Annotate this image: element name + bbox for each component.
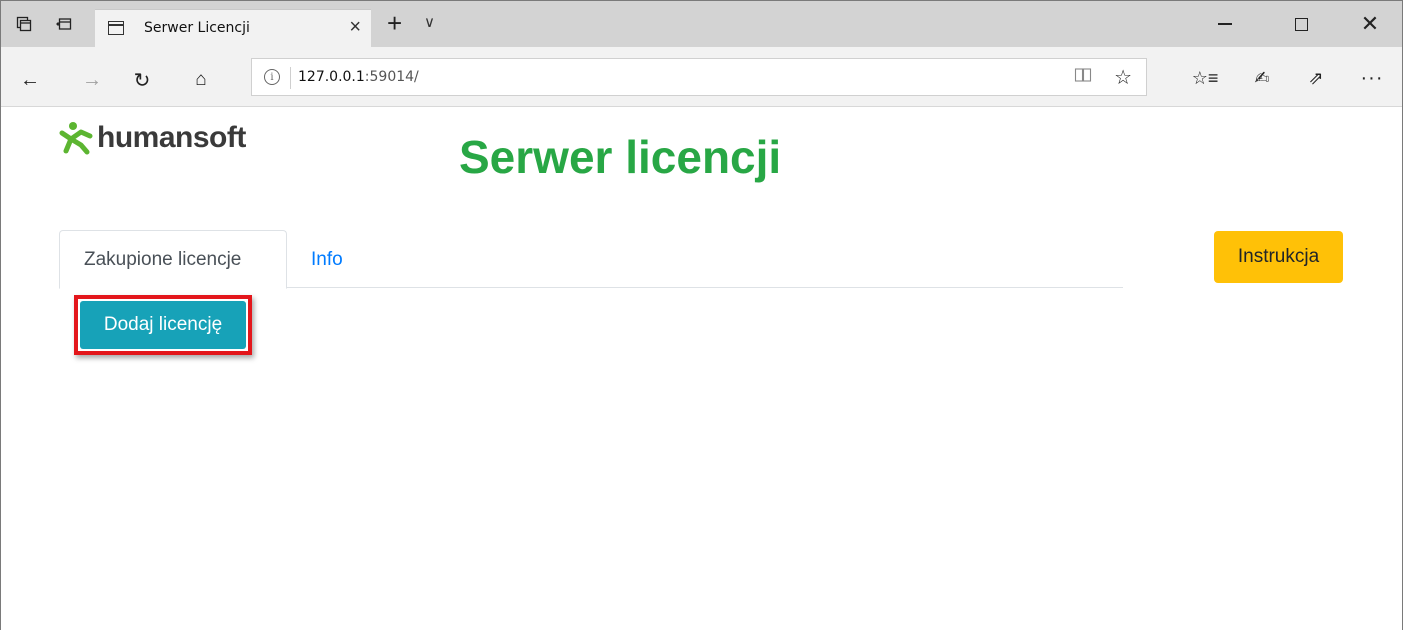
humansoft-logo: humansoft bbox=[59, 121, 246, 155]
minimize-icon bbox=[1218, 23, 1232, 25]
browser-tab-active[interactable]: Serwer Licencji × bbox=[95, 9, 371, 47]
address-url[interactable]: 127.0.0.1:59014/ bbox=[298, 69, 419, 85]
chevron-down-icon[interactable]: ∨ bbox=[424, 13, 435, 31]
favorites-list-icon[interactable]: ☆≡ bbox=[1192, 65, 1219, 91]
info-icon[interactable]: i bbox=[264, 69, 280, 85]
home-icon[interactable]: ⌂ bbox=[188, 67, 214, 93]
share-icon[interactable]: ⇗ bbox=[1303, 65, 1329, 91]
tab-title: Serwer Licencji bbox=[144, 20, 250, 36]
add-license-highlight: Dodaj licencję bbox=[74, 295, 252, 355]
tab-purchased-licenses[interactable]: Zakupione licencje bbox=[59, 230, 287, 289]
page-icon bbox=[108, 21, 124, 35]
maximize-icon bbox=[1294, 17, 1308, 31]
favorite-star-icon[interactable]: ☆ bbox=[1114, 65, 1132, 90]
instruction-button[interactable]: Instrukcja bbox=[1214, 231, 1343, 283]
reading-view-icon[interactable] bbox=[1074, 67, 1092, 88]
tab-info[interactable]: Info bbox=[287, 230, 367, 289]
nav-tabs: Zakupione licencje Info bbox=[59, 230, 1123, 289]
minimize-button[interactable] bbox=[1205, 9, 1245, 39]
navigation-bar: ← → ↻ ⌂ i 127.0.0.1:59014/ ☆ ☆≡ ✍ ⇗ ··· bbox=[1, 47, 1402, 107]
back-icon[interactable]: ← bbox=[17, 67, 43, 93]
forward-icon[interactable]: → bbox=[79, 67, 105, 93]
maximize-button[interactable] bbox=[1281, 9, 1321, 39]
address-divider bbox=[290, 67, 291, 89]
close-tab-icon[interactable]: × bbox=[349, 16, 361, 39]
page-title: Serwer licencji bbox=[459, 131, 782, 183]
new-tab-button[interactable]: + bbox=[387, 8, 402, 39]
browser-window: Serwer Licencji × + ∨ ✕ ← → ↻ ⌂ i 127.0.… bbox=[0, 0, 1403, 630]
close-window-button[interactable]: ✕ bbox=[1350, 9, 1390, 39]
address-host: 127.0.0.1 bbox=[298, 69, 365, 85]
web-notes-icon[interactable]: ✍ bbox=[1249, 65, 1275, 91]
page-content: humansoft Serwer licencji Zakupione lice… bbox=[1, 108, 1402, 630]
more-icon[interactable]: ··· bbox=[1359, 65, 1385, 91]
title-bar: Serwer Licencji × + ∨ ✕ bbox=[1, 1, 1402, 47]
refresh-icon[interactable]: ↻ bbox=[129, 67, 155, 93]
add-license-button[interactable]: Dodaj licencję bbox=[80, 301, 246, 349]
address-bar[interactable]: i 127.0.0.1:59014/ ☆ bbox=[251, 58, 1147, 96]
address-path: :59014/ bbox=[364, 69, 419, 85]
set-aside-tabs-icon[interactable] bbox=[11, 11, 37, 37]
tab-preview-icon[interactable] bbox=[51, 11, 77, 37]
logo-figure-icon bbox=[59, 121, 93, 155]
logo-text: humansoft bbox=[97, 121, 246, 154]
